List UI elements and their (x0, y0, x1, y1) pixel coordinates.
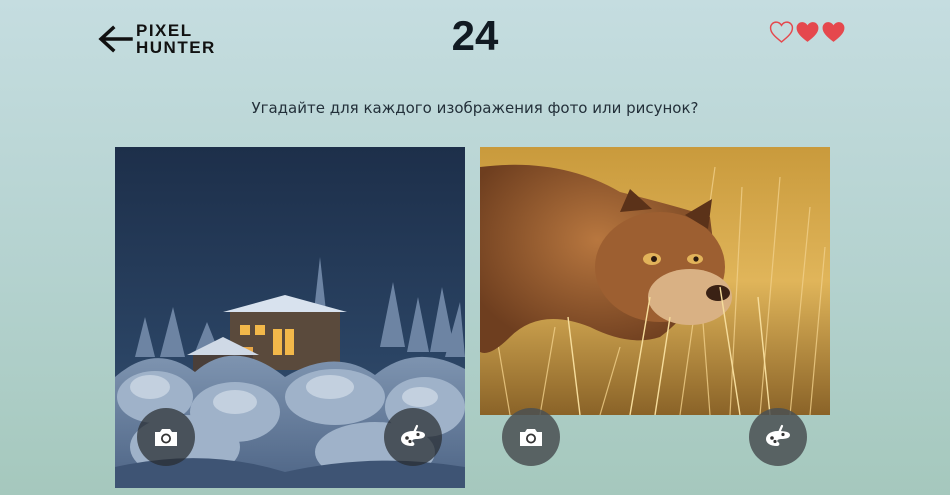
heart-empty-icon (769, 21, 794, 43)
option-2-paint-button[interactable] (749, 408, 807, 466)
option-1-photo-button[interactable] (137, 408, 195, 466)
cougar-image (480, 147, 830, 415)
option-1-paint-button[interactable] (384, 408, 442, 466)
heart-full-icon (822, 22, 845, 42)
option-2-photo-button[interactable] (502, 408, 560, 466)
heart-full-icon (796, 22, 819, 42)
palette-icon (766, 424, 790, 446)
option-2 (480, 147, 830, 415)
lives (769, 20, 846, 44)
palette-icon (401, 424, 425, 446)
question-text: Угадайте для каждого изображения фото ил… (251, 99, 699, 117)
game-header: PIXEL HUNTER 24 (0, 0, 950, 80)
camera-icon (520, 429, 542, 446)
camera-icon (155, 429, 177, 446)
